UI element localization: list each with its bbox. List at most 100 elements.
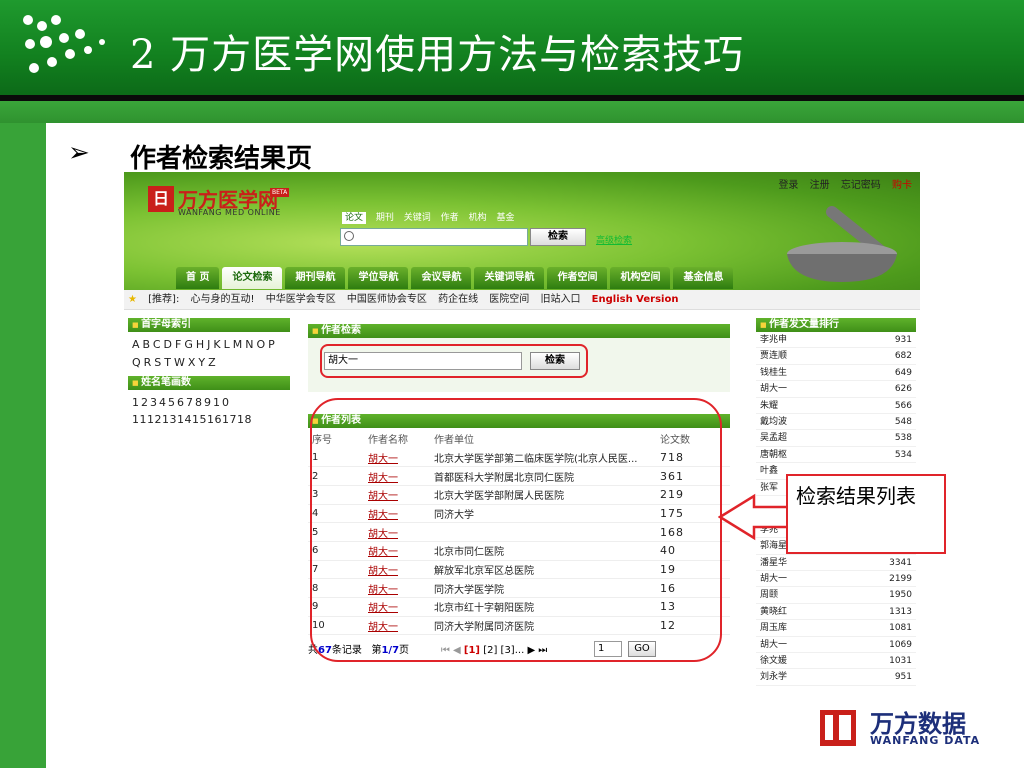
ranking-count: 1950: [889, 590, 912, 601]
ranking-row[interactable]: 钱桂生 649: [756, 365, 916, 382]
url-bar: http://med.wanfangdata.com.cn: [0, 101, 1024, 221]
site-logo[interactable]: 日 万方医学网 BETA WANFANG MED ONLINE: [148, 186, 290, 222]
ranking-count: 2199: [889, 574, 912, 585]
brand-name-en: WANFANG DATA: [870, 734, 981, 747]
login-link[interactable]: 登录: [778, 180, 798, 191]
ranking-count: 682: [894, 351, 912, 362]
tab-authors[interactable]: 作者: [441, 213, 459, 223]
nav-degrees[interactable]: 学位导航: [348, 267, 409, 289]
beta-badge: BETA: [270, 188, 290, 197]
wanfang-data-logo: 万方数据 WANFANG DATA: [820, 704, 990, 750]
ranking-row[interactable]: 胡大一 1069: [756, 637, 916, 654]
ranking-row[interactable]: 周颐 1950: [756, 587, 916, 604]
wanfang-mark-icon: [820, 710, 856, 746]
ranking-author[interactable]: 戴均波: [760, 414, 787, 429]
ranking-author[interactable]: 胡大一: [760, 637, 787, 652]
ranking-row[interactable]: 胡大一 626: [756, 381, 916, 398]
ranking-author[interactable]: 朱耀: [760, 398, 778, 413]
ranking-author[interactable]: 吴孟超: [760, 430, 787, 445]
ranking-row[interactable]: 周玉库 1081: [756, 620, 916, 637]
ranking-author[interactable]: 胡大一: [760, 571, 787, 586]
recommend-item[interactable]: 中华医学会专区: [266, 294, 336, 305]
recommend-item[interactable]: 心与身的互动!: [191, 294, 255, 305]
recommend-item[interactable]: 医院空间: [489, 294, 529, 305]
author-search-title: 作者检索: [308, 324, 730, 338]
slide-subtitle: 作者检索结果页: [130, 144, 313, 174]
nav-paper-search[interactable]: 论文检索: [222, 267, 283, 289]
tab-journals[interactable]: 期刊: [376, 213, 394, 223]
ranking-author[interactable]: 唐朝枢: [760, 447, 787, 462]
english-version-link[interactable]: English Version: [592, 294, 679, 305]
ranking-list: 李兆申 931 贾连顺 682 钱桂生 649 胡大一 626 朱耀 566 戴均波 548 吴孟超 53…: [756, 332, 916, 496]
stroke-count-index[interactable]: 12345678910 1112131415161718: [128, 390, 290, 432]
ranking-row[interactable]: 李兆申 931: [756, 332, 916, 349]
slide-title: 2 万方医学网使用方法与检索技巧: [130, 32, 745, 78]
nav-fund-info[interactable]: 基金信息: [673, 267, 734, 289]
recommend-item[interactable]: 中国医师协会专区: [347, 294, 427, 305]
star-icon: ★: [128, 294, 137, 305]
nav-institution-space[interactable]: 机构空间: [610, 267, 671, 289]
site-banner: 登录 注册 忘记密码 购卡 日 万方医学网 BETA WANFANG MED O…: [124, 172, 920, 290]
tab-institutions[interactable]: 机构: [469, 213, 487, 223]
callout-arrow-icon: [718, 493, 790, 541]
nav-author-space[interactable]: 作者空间: [547, 267, 608, 289]
register-link[interactable]: 注册: [810, 180, 830, 191]
ranking-author[interactable]: 黄晓红: [760, 604, 787, 619]
ranking-count: 951: [894, 672, 912, 683]
recommend-item[interactable]: 药企在线: [438, 294, 478, 305]
ranking-row[interactable]: 朱耀 566: [756, 398, 916, 414]
ranking-count: 3341: [889, 557, 912, 568]
ranking-row[interactable]: 唐朝枢 534: [756, 447, 916, 464]
slide-header: 2 万方医学网使用方法与检索技巧: [0, 0, 1024, 95]
ranking-title: 作者发文量排行: [756, 318, 916, 332]
ranking-row[interactable]: 黄晓红 1313: [756, 604, 916, 621]
tab-keywords[interactable]: 关键词: [404, 213, 431, 223]
ranking-count: 566: [894, 400, 912, 411]
ranking-author[interactable]: 李兆申: [760, 332, 787, 347]
nav-home[interactable]: 首 页: [176, 267, 220, 289]
ranking-author[interactable]: 钱桂生: [760, 365, 787, 380]
main-nav: 首 页 论文检索 期刊导航 学位导航 会议导航 关键词导航 作者空间 机构空间 …: [176, 267, 736, 289]
ranking-count: 1031: [889, 656, 912, 667]
nav-keywords[interactable]: 关键词导航: [474, 267, 545, 289]
stroke-count-row[interactable]: 1112131415161718: [132, 411, 286, 428]
nav-conferences[interactable]: 会议导航: [411, 267, 472, 289]
letter-index[interactable]: ABCDFGHJKLMNOPQRSTWXYZ: [128, 332, 290, 376]
ranking-row[interactable]: 戴均波 548: [756, 414, 916, 431]
tab-papers[interactable]: 论文: [342, 212, 367, 224]
search-highlight-box: [320, 344, 588, 378]
ranking-author[interactable]: 周颐: [760, 587, 778, 602]
main-search-button[interactable]: 检索: [530, 228, 586, 246]
nav-journals[interactable]: 期刊导航: [285, 267, 346, 289]
recommend-item[interactable]: 旧站入口: [540, 294, 580, 305]
decorative-dots-icon: [23, 15, 105, 73]
ranking-count: 534: [894, 449, 912, 460]
logo-mark-icon: 日: [148, 186, 174, 212]
recommend-bar: ★ [推荐]: 心与身的互动! 中华医学会专区 中国医师协会专区 药企在线 医院…: [124, 290, 920, 310]
ranking-count: 931: [894, 335, 912, 345]
ranking-row[interactable]: 胡大一 2199: [756, 571, 916, 588]
ranking-row[interactable]: 刘永学 951: [756, 669, 916, 686]
stroke-count-row[interactable]: 12345678910: [132, 394, 286, 411]
search-icon: [344, 231, 354, 241]
ranking-row[interactable]: 潘星华 3341: [756, 555, 916, 572]
ranking-author[interactable]: 刘永学: [760, 669, 787, 684]
ranking-author[interactable]: 徐文媛: [760, 653, 787, 668]
ranking-row[interactable]: 吴孟超 538: [756, 430, 916, 447]
tab-funds[interactable]: 基金: [496, 213, 514, 223]
ranking-author[interactable]: 胡大一: [760, 381, 787, 396]
ranking-author[interactable]: 周玉库: [760, 620, 787, 635]
ranking-row[interactable]: 徐文媛 1031: [756, 653, 916, 670]
buy-card-link[interactable]: 购卡: [892, 180, 912, 191]
search-type-tabs: 论文 期刊 关键词 作者 机构 基金: [342, 210, 521, 224]
advanced-search-link[interactable]: 高级检索: [596, 233, 632, 246]
ranking-author[interactable]: 贾连顺: [760, 348, 787, 363]
ranking-author[interactable]: 叶鑫: [760, 463, 778, 478]
ranking-count: 548: [894, 416, 912, 427]
left-sidebar: 首字母索引 ABCDFGHJKLMNOPQRSTWXYZ 姓名笔画数 12345…: [128, 318, 290, 432]
ranking-author[interactable]: 潘星华: [760, 555, 787, 570]
forgot-password-link[interactable]: 忘记密码: [841, 180, 881, 191]
main-search-input[interactable]: [340, 228, 528, 246]
ranking-row[interactable]: 贾连顺 682: [756, 348, 916, 365]
results-highlight-box: [310, 398, 722, 662]
